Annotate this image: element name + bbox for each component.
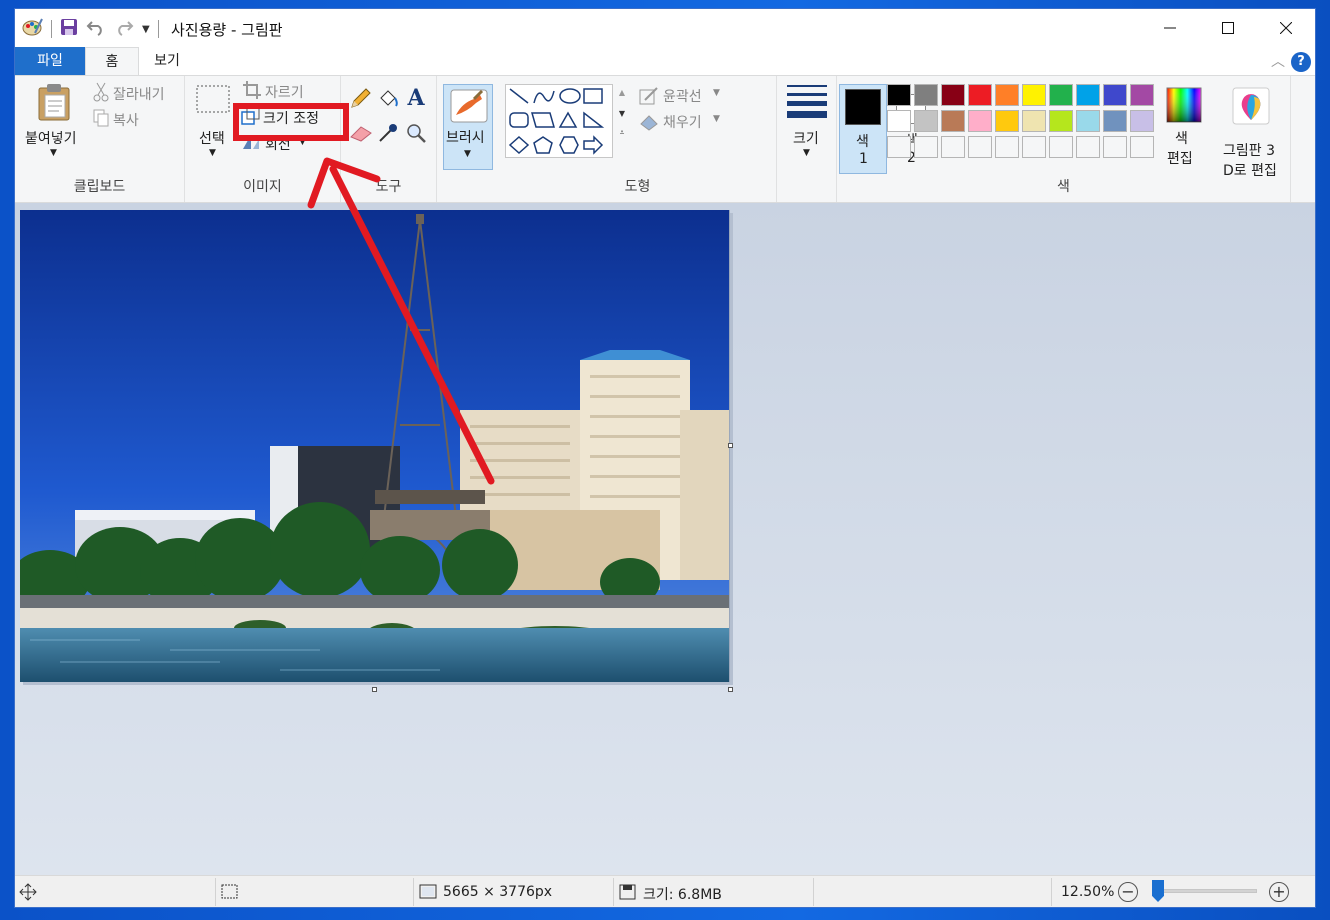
paint-window: ▼ 사진용량 - 그림판 파일 홈 보기 ︿ ? 붙여넣기 ▼ 잘라내기 복사 … [14, 8, 1316, 908]
status-bar: 5665 × 3776px 크기: 6.8MB 12.50% − + [15, 875, 1315, 907]
zoom-out-button[interactable]: − [1118, 882, 1138, 902]
zoom-level: 12.50% [1061, 884, 1115, 900]
status-separator [413, 878, 414, 906]
annotation-arrow [307, 157, 495, 485]
status-separator [813, 878, 814, 906]
image-size-icon [419, 884, 437, 904]
zoom-in-button[interactable]: + [1269, 882, 1289, 902]
selection-size-icon [221, 884, 239, 904]
status-separator [1051, 878, 1052, 906]
file-size: 크기: 6.8MB [643, 887, 722, 903]
status-separator [613, 878, 614, 906]
disk-icon [619, 884, 637, 904]
zoom-slider-track[interactable] [1159, 889, 1257, 893]
zoom-slider-thumb[interactable] [1152, 880, 1164, 902]
image-dimensions: 5665 × 3776px [443, 884, 553, 900]
cursor-position-icon [19, 883, 37, 905]
status-separator [215, 878, 216, 906]
